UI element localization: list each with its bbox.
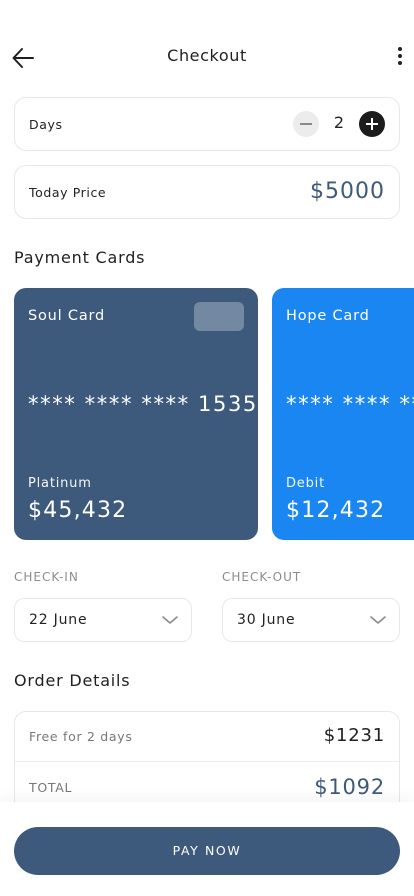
order-row-value: $1231 xyxy=(323,725,385,746)
header: Checkout xyxy=(0,36,414,80)
checkout-screen: Checkout Days 2 Today Price $5000 Paymen… xyxy=(0,0,414,896)
card-number: **** **** **** 1535 xyxy=(28,392,258,416)
plus-icon[interactable] xyxy=(359,111,385,137)
chevron-down-icon xyxy=(162,616,178,624)
card-name: Hope Card xyxy=(286,308,370,324)
card-type: Debit xyxy=(286,476,325,491)
pay-now-button[interactable]: PAY NOW xyxy=(14,827,400,875)
order-row-label: Free for 2 days xyxy=(29,729,133,744)
order-details-title: Order Details xyxy=(14,671,131,690)
today-price-row: Today Price $5000 xyxy=(14,165,400,219)
card-balance: $12,432 xyxy=(286,498,386,523)
card-type: Platinum xyxy=(28,476,92,491)
check-in-select[interactable]: 22 June xyxy=(14,598,192,642)
page-title: Checkout xyxy=(167,46,247,65)
card-chip-icon xyxy=(194,302,244,331)
check-in-label: CHECK-IN xyxy=(14,570,79,584)
order-total-label: TOTAL xyxy=(29,780,73,795)
days-row: Days 2 xyxy=(14,97,400,151)
order-total-value: $1092 xyxy=(314,775,385,799)
today-price-value: $5000 xyxy=(310,179,385,204)
days-stepper: 2 xyxy=(293,111,385,137)
bottom-bar: PAY NOW xyxy=(0,802,414,896)
days-label: Days xyxy=(29,117,63,132)
minus-icon[interactable] xyxy=(293,111,319,137)
check-in-value: 22 June xyxy=(29,612,88,628)
payment-card-hope[interactable]: Hope Card **** **** **** **** Debit $12,… xyxy=(272,288,414,540)
today-price-label: Today Price xyxy=(29,185,107,200)
card-number: **** **** **** **** xyxy=(286,392,414,416)
card-name: Soul Card xyxy=(28,308,106,324)
payment-card-soul[interactable]: Soul Card **** **** **** 1535 Platinum $… xyxy=(14,288,258,540)
more-vertical-icon[interactable] xyxy=(394,44,406,72)
chevron-down-icon xyxy=(370,616,386,624)
check-out-select[interactable]: 30 June xyxy=(222,598,400,642)
check-out-value: 30 June xyxy=(237,612,296,628)
payment-cards-carousel[interactable]: Soul Card **** **** **** 1535 Platinum $… xyxy=(14,288,414,540)
check-out-label: CHECK-OUT xyxy=(222,570,302,584)
payment-cards-title: Payment Cards xyxy=(14,248,146,267)
order-row: Free for 2 days $1231 xyxy=(15,712,399,762)
card-balance: $45,432 xyxy=(28,498,128,523)
days-value: 2 xyxy=(333,113,345,132)
